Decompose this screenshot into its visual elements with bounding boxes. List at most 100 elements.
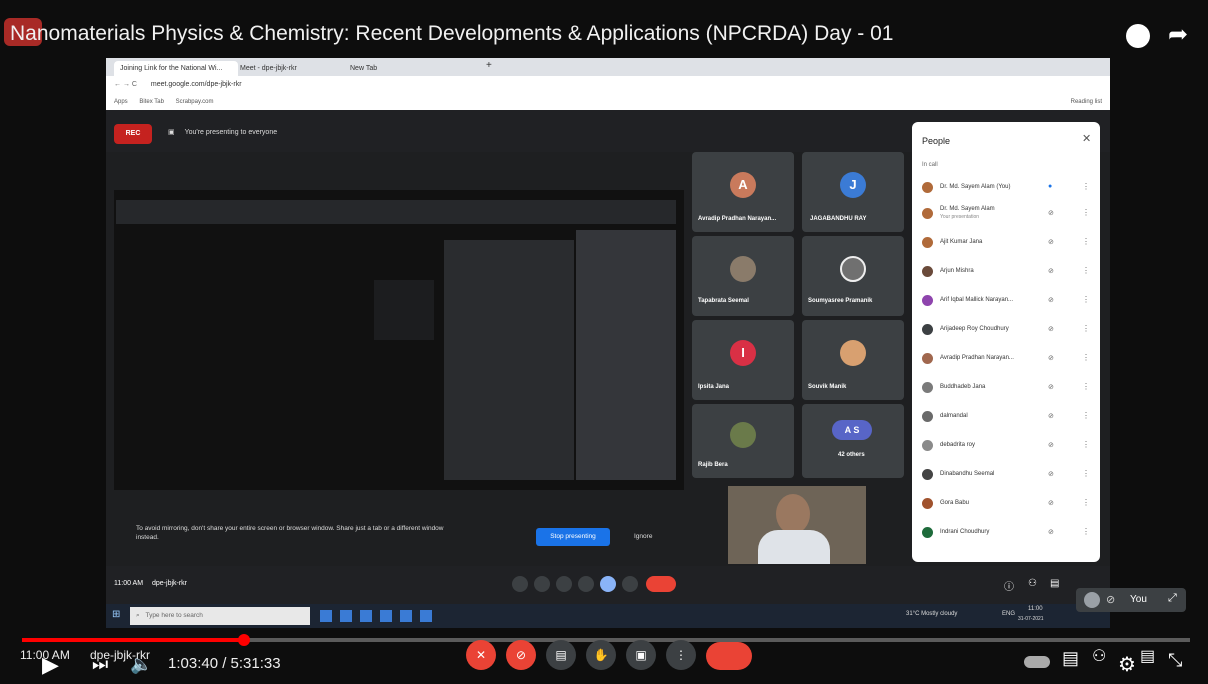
end-call-button[interactable] <box>646 576 676 592</box>
mic-off-icon[interactable]: ⊘ <box>1048 412 1054 420</box>
camera-off-icon[interactable]: ⊘ <box>506 640 536 670</box>
taskbar-app-icons[interactable] <box>320 610 440 622</box>
raise-hand-icon[interactable] <box>578 576 594 592</box>
mic-off-icon[interactable]: ⊘ <box>1048 325 1054 333</box>
camera-off-icon[interactable]: ⊘ <box>1106 593 1115 606</box>
participant-tile[interactable]: J JAGABANDHU RAY <box>802 152 904 232</box>
play-icon[interactable]: ▶ <box>42 652 59 678</box>
reading-list[interactable]: Reading list <box>1071 94 1102 110</box>
stop-presenting-button[interactable]: Stop presenting <box>536 528 610 546</box>
participant-tile[interactable]: Soumyasree Pramanik <box>802 236 904 316</box>
more-icon[interactable]: ⋮ <box>1082 440 1090 449</box>
browser-tab[interactable]: New Tab <box>344 61 460 76</box>
people-row[interactable]: Avradip Pradhan Narayan... ⊘ ⋮ <box>920 349 1094 367</box>
more-icon[interactable]: ⋮ <box>1082 353 1090 362</box>
mic-off-icon[interactable]: ⊘ <box>1048 528 1054 536</box>
exit-fullscreen-icon[interactable]: ⤡ <box>1168 650 1182 671</box>
more-icon[interactable]: ⋮ <box>1082 266 1090 275</box>
mic-off-icon[interactable]: ⊘ <box>1048 354 1054 362</box>
more-options-icon[interactable]: ⋮ <box>666 640 696 670</box>
windows-start-icon[interactable]: ⊞ <box>112 609 120 620</box>
video-title[interactable]: Nanomaterials Physics & Chemistry: Recen… <box>10 22 894 46</box>
volume-icon[interactable]: 🔈 <box>130 654 152 675</box>
watch-later-icon[interactable] <box>1126 24 1150 48</box>
bookmark-item[interactable]: Bitex Tab <box>139 99 164 105</box>
people-row[interactable]: Arjun Mishra ⊘ ⋮ <box>920 262 1094 280</box>
bookmark-item[interactable]: Scrabpay.com <box>176 99 214 105</box>
expand-icon[interactable]: ⤢ <box>1168 592 1177 605</box>
browser-tab[interactable]: Meet - dpe-jbjk-rkr <box>234 61 346 76</box>
browser-address-bar[interactable]: ← → C meet.google.com/dpe-jbjk-rkr <box>106 76 1110 94</box>
more-icon[interactable]: ⋮ <box>1082 295 1090 304</box>
people-row[interactable]: Indrani Choudhury ⊘ ⋮ <box>920 523 1094 541</box>
participant-tile[interactable]: I Ipsita Jana <box>692 320 794 400</box>
people-row[interactable]: Dinabandhu Seemal ⊘ ⋮ <box>920 465 1094 483</box>
camera-icon[interactable] <box>534 576 550 592</box>
mic-icon[interactable] <box>512 576 528 592</box>
participant-tile[interactable]: Souvik Manik <box>802 320 904 400</box>
mic-off-icon[interactable]: ⊘ <box>1048 209 1054 217</box>
info-icon[interactable]: ⓘ <box>1004 578 1014 593</box>
people-row[interactable]: Ajit Kumar Jana ⊘ ⋮ <box>920 233 1094 251</box>
next-icon[interactable]: ⏭ <box>92 654 108 675</box>
mic-off-icon[interactable]: ⊘ <box>1048 499 1054 507</box>
people-row[interactable]: Dr. Md. Sayem Alam Your presentation ⊘ ⋮ <box>920 204 1094 222</box>
more-icon[interactable]: ⋮ <box>1082 237 1090 246</box>
participant-tile[interactable]: Tapabrata Seemal <box>692 236 794 316</box>
new-tab-icon[interactable]: + <box>486 60 492 71</box>
mic-off-icon[interactable]: ⊘ <box>1048 470 1054 478</box>
more-icon[interactable]: ⋮ <box>1082 469 1090 478</box>
chat-icon[interactable]: ▤ <box>1140 646 1155 666</box>
more-icon[interactable]: ⋮ <box>1082 382 1090 391</box>
people-row[interactable]: Arif Iqbal Mallick Narayan... ⊘ ⋮ <box>920 291 1094 309</box>
close-icon[interactable]: ✕ <box>1082 132 1091 145</box>
pin-icon[interactable]: ● <box>1048 183 1052 190</box>
more-options-icon[interactable] <box>622 576 638 592</box>
mic-off-icon[interactable]: ⊘ <box>1048 267 1054 275</box>
mic-off-icon[interactable]: ⊘ <box>1048 238 1054 246</box>
bookmark-item[interactable]: Apps <box>114 99 128 105</box>
mic-off-icon[interactable]: ⊘ <box>1048 441 1054 449</box>
people-row[interactable]: debadrita roy ⊘ ⋮ <box>920 436 1094 454</box>
more-icon[interactable]: ⋮ <box>1082 411 1090 420</box>
avatar <box>922 527 933 538</box>
others-tile[interactable]: A S 42 others <box>802 404 904 478</box>
back-forward-icon[interactable]: ← → C <box>114 81 137 88</box>
avatar-group: A S <box>832 420 872 440</box>
taskbar-search[interactable]: ⌕ Type here to search <box>130 607 310 625</box>
more-icon[interactable]: ⋮ <box>1082 182 1090 191</box>
share-icon[interactable]: ➦ <box>1168 20 1188 49</box>
present-icon[interactable] <box>600 576 616 592</box>
autoplay-toggle[interactable] <box>1024 656 1050 668</box>
end-call-button[interactable] <box>706 642 752 670</box>
browser-tab[interactable]: Joining Link for the National Wi... <box>114 61 238 76</box>
mic-off-icon[interactable]: ✕ <box>466 640 496 670</box>
subtitles-icon[interactable]: ▤ <box>1062 648 1079 669</box>
chat-icon[interactable]: ▤ <box>1050 578 1059 589</box>
participant-tile[interactable]: A Avradip Pradhan Narayan... <box>692 152 794 232</box>
url-text[interactable]: meet.google.com/dpe-jbjk-rkr <box>151 81 242 88</box>
more-icon[interactable]: ⋮ <box>1082 208 1090 217</box>
people-row[interactable]: Gora Babu ⊘ ⋮ <box>920 494 1094 512</box>
people-row[interactable]: dalmandal ⊘ ⋮ <box>920 407 1094 425</box>
raise-hand-icon[interactable]: ✋ <box>586 640 616 670</box>
mic-off-icon[interactable] <box>1084 592 1100 608</box>
people-icon[interactable]: ⚇ <box>1092 646 1106 666</box>
people-row[interactable]: Dr. Md. Sayem Alam (You) ● ⋮ <box>920 178 1094 196</box>
ignore-button[interactable]: Ignore <box>634 533 652 540</box>
participant-tile[interactable]: Rajib Bera <box>692 404 794 478</box>
progress-scrubber[interactable] <box>238 634 250 646</box>
more-icon[interactable]: ⋮ <box>1082 324 1090 333</box>
settings-gear-icon[interactable]: ⚙ <box>1118 652 1136 677</box>
people-icon[interactable]: ⚇ <box>1028 578 1037 589</box>
self-view-chip[interactable]: ⊘ You ⤢ <box>1076 588 1186 612</box>
captions-icon[interactable]: ▤ <box>546 640 576 670</box>
more-icon[interactable]: ⋮ <box>1082 498 1090 507</box>
more-icon[interactable]: ⋮ <box>1082 527 1090 536</box>
people-row[interactable]: Buddhadeb Jana ⊘ ⋮ <box>920 378 1094 396</box>
mic-off-icon[interactable]: ⊘ <box>1048 383 1054 391</box>
present-icon[interactable]: ▣ <box>626 640 656 670</box>
people-row[interactable]: Arijadeep Roy Choudhury ⊘ ⋮ <box>920 320 1094 338</box>
captions-icon[interactable] <box>556 576 572 592</box>
mic-off-icon[interactable]: ⊘ <box>1048 296 1054 304</box>
